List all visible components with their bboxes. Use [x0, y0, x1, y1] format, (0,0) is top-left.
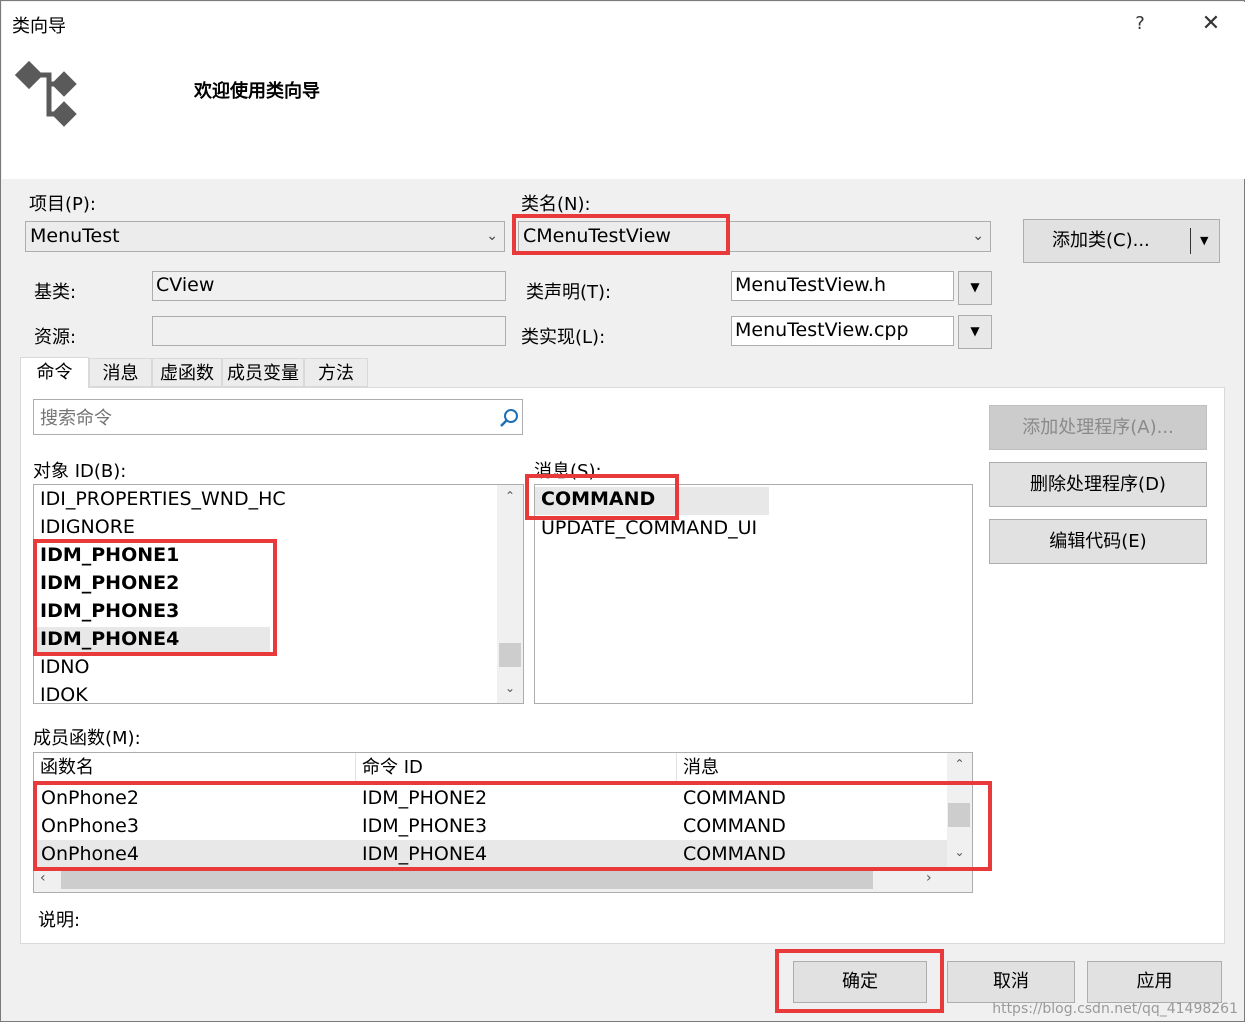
base-field: CView [152, 271, 506, 301]
table-header: 函数名 命令 ID 消息 [34, 753, 947, 783]
class-wizard-logo-icon [14, 60, 77, 127]
tab-virtual-functions[interactable]: 虚函数 [152, 358, 222, 387]
project-combo[interactable]: MenuTest ⌄ [25, 221, 505, 252]
impl-label: 类实现(L): [521, 327, 606, 348]
scroll-thumb[interactable] [61, 871, 873, 889]
chevron-up-icon[interactable]: ⌃ [947, 757, 972, 771]
triangle-down-icon: ▼ [970, 324, 980, 338]
object-ids-scrollbar[interactable]: ⌃ ⌄ [497, 485, 523, 703]
search-box[interactable] [33, 399, 523, 435]
column-header-message[interactable]: 消息 [677, 753, 947, 783]
members-label: 成员函数(M): [33, 728, 141, 749]
chevron-up-icon[interactable]: ⌃ [497, 489, 523, 503]
watermark-text: https://blog.csdn.net/qq_41498261 [992, 1001, 1238, 1017]
chevron-left-icon[interactable]: ‹ [40, 870, 46, 886]
add-handler-button[interactable]: 添加处理程序(A)... [989, 405, 1207, 450]
members-hscrollbar[interactable]: ‹ › [34, 869, 972, 892]
scroll-thumb[interactable] [499, 643, 521, 667]
chevron-down-icon: ⌄ [486, 228, 498, 244]
triangle-down-icon: ▼ [970, 280, 980, 294]
decl-dropdown-button[interactable]: ▼ [958, 271, 992, 305]
list-item[interactable]: IDI_PROPERTIES_WND_HC [40, 488, 286, 510]
highlight-members [33, 781, 992, 871]
add-class-label: 添加类(C)... [1052, 230, 1150, 251]
list-item[interactable]: UPDATE_COMMAND_UI [541, 517, 757, 539]
window-title: 类向导 [12, 16, 66, 37]
tab-methods[interactable]: 方法 [304, 358, 368, 387]
list-item[interactable]: IDNO [40, 656, 89, 678]
chevron-right-icon[interactable]: › [926, 870, 932, 886]
chevron-down-icon: ⌄ [972, 228, 984, 244]
object-ids-label: 对象 ID(B): [33, 461, 127, 482]
close-button[interactable]: ✕ [1191, 7, 1231, 41]
chevron-down-icon[interactable]: ⌄ [497, 681, 523, 695]
impl-field[interactable]: MenuTestView.cpp [731, 316, 954, 346]
description-label: 说明: [38, 910, 81, 931]
column-header-function[interactable]: 函数名 [34, 753, 356, 783]
tab-commands[interactable]: 命令 [20, 357, 89, 388]
add-class-button[interactable]: 添加类(C)... ▼ [1023, 219, 1220, 263]
highlight-ok [775, 949, 944, 1013]
highlight-classname [512, 214, 730, 255]
cancel-button[interactable]: 取消 [947, 961, 1075, 1003]
resource-label: 资源: [34, 327, 77, 348]
search-input[interactable] [38, 404, 492, 432]
highlight-message [525, 474, 679, 520]
impl-dropdown-button[interactable]: ▼ [958, 315, 992, 349]
tab-member-variables[interactable]: 成员变量 [222, 358, 304, 387]
dropdown-arrow-icon[interactable]: ▼ [1200, 220, 1208, 262]
list-item[interactable]: IDOK [40, 684, 88, 703]
resource-field [152, 316, 506, 346]
decl-field[interactable]: MenuTestView.h [731, 271, 954, 301]
welcome-text: 欢迎使用类向导 [194, 81, 320, 102]
class-wizard-dialog: 类向导 ? ✕ 欢迎使用类向导 项目(P): MenuTest ⌄ 类名(N):… [0, 0, 1245, 1022]
delete-handler-button[interactable]: 删除处理程序(D) [989, 462, 1207, 507]
search-icon[interactable] [499, 408, 519, 428]
project-value: MenuTest [30, 225, 120, 247]
title-bar [2, 2, 1245, 44]
help-button[interactable]: ? [1124, 9, 1156, 39]
decl-label: 类声明(T): [526, 282, 612, 303]
tab-messages[interactable]: 消息 [89, 358, 152, 387]
list-item[interactable]: IDIGNORE [40, 516, 135, 538]
classname-label: 类名(N): [521, 194, 591, 215]
split-divider [1190, 228, 1191, 254]
column-header-command-id[interactable]: 命令 ID [356, 753, 677, 783]
edit-code-button[interactable]: 编辑代码(E) [989, 519, 1207, 564]
base-label: 基类: [34, 282, 77, 303]
project-label: 项目(P): [29, 194, 96, 215]
highlight-object-ids [33, 539, 277, 656]
wizard-header [2, 44, 1245, 179]
apply-button[interactable]: 应用 [1087, 961, 1222, 1003]
